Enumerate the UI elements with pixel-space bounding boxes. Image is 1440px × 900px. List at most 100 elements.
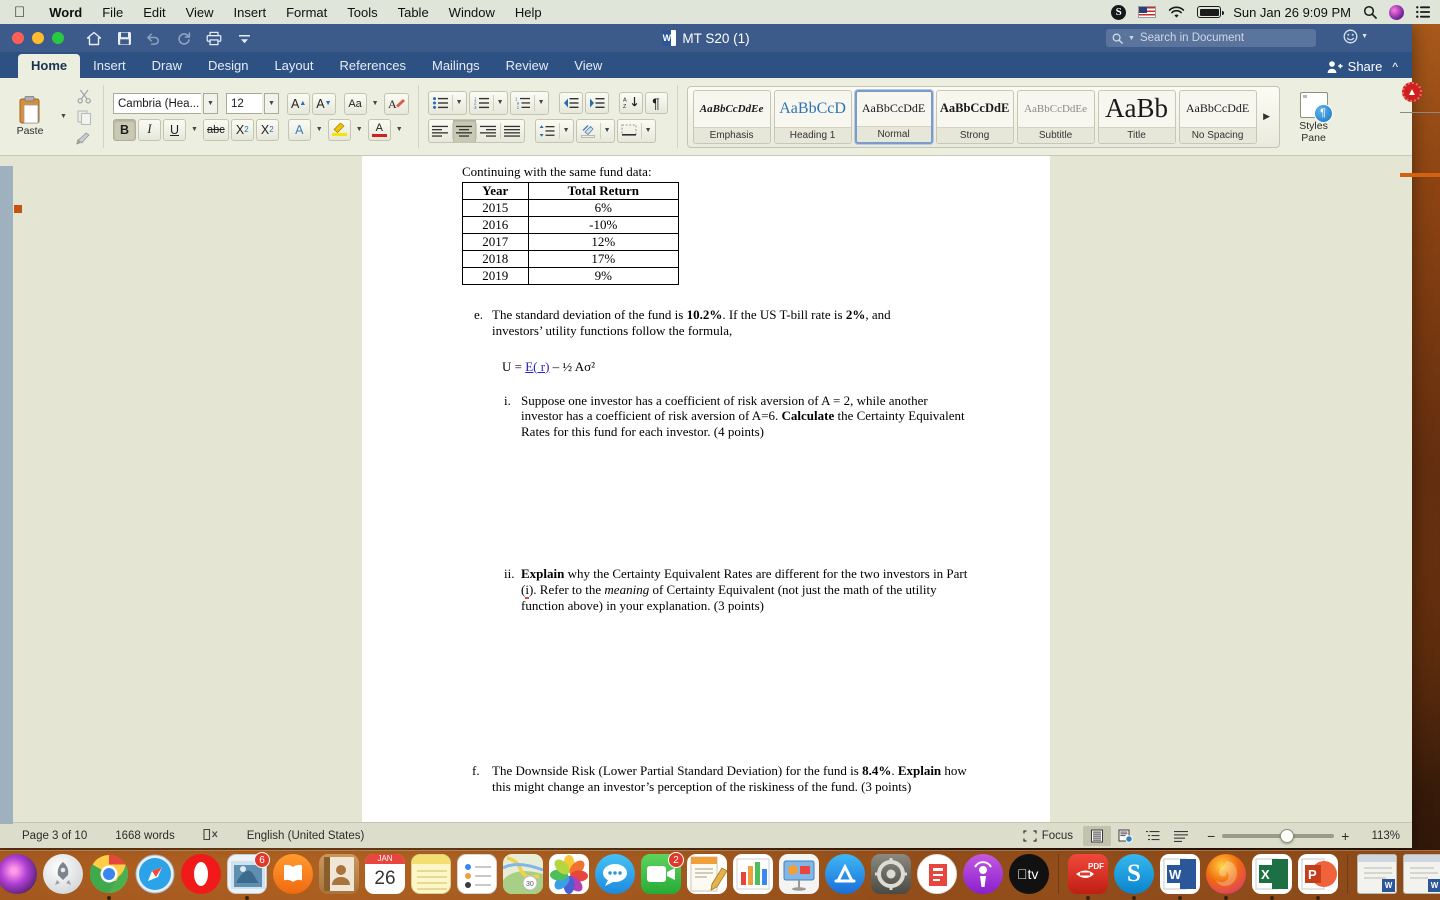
menubar-item-edit[interactable]: Edit	[133, 5, 175, 20]
zoom-in-button[interactable]: +	[1341, 828, 1349, 844]
spotlight-search-icon[interactable]	[1363, 5, 1377, 19]
font-color-button[interactable]: A	[368, 119, 391, 141]
apple-logo-icon[interactable]: 	[14, 5, 25, 20]
borders-dropdown-icon[interactable]: ▼	[642, 120, 655, 142]
style-normal[interactable]: AaBbCcDdE Normal	[855, 90, 933, 144]
styles-pane-button[interactable]: ¶ Styles Pane	[1284, 90, 1344, 144]
share-button[interactable]: Share	[1327, 59, 1383, 74]
menubar-item-table[interactable]: Table	[388, 5, 439, 20]
home-icon[interactable]	[86, 30, 102, 46]
bullet-list-button[interactable]	[429, 92, 452, 114]
zoom-slider-track[interactable]	[1222, 834, 1334, 838]
format-painter-button[interactable]	[74, 130, 94, 148]
tab-home[interactable]: Home	[18, 54, 80, 78]
dock-item-pages[interactable]	[686, 854, 728, 900]
language-indicator[interactable]: English (United States)	[233, 830, 379, 842]
close-window-button[interactable]	[12, 32, 24, 44]
answer-space-i[interactable]	[362, 440, 1050, 548]
draft-view-button[interactable]	[1167, 826, 1195, 846]
print-layout-view-button[interactable]	[1083, 826, 1111, 846]
text-effects-button[interactable]: A	[288, 119, 311, 141]
underline-button[interactable]: U	[163, 119, 186, 141]
font-size-input[interactable]: 12	[226, 93, 262, 114]
subscript-button[interactable]: X2	[231, 119, 254, 141]
dock-item-siri[interactable]	[0, 854, 38, 900]
copy-button[interactable]	[74, 109, 94, 127]
dock-item-microsoft-word[interactable]: W	[1159, 854, 1201, 900]
dock-item-system-preferences[interactable]	[870, 854, 912, 900]
dock-item-photos[interactable]	[548, 854, 590, 900]
dock-item-microsoft-excel[interactable]: X	[1251, 854, 1293, 900]
gallery-more-icon[interactable]: ▶	[1260, 111, 1274, 122]
zoom-out-button[interactable]: −	[1207, 828, 1215, 844]
decrease-indent-button[interactable]	[559, 92, 583, 114]
line-spacing-button[interactable]	[536, 120, 559, 142]
sort-button[interactable]: AZ	[619, 92, 643, 114]
dock-item-microsoft-powerpoint[interactable]: P	[1297, 854, 1339, 900]
proofing-errors-icon[interactable]	[189, 828, 233, 844]
menubar-item-format[interactable]: Format	[276, 5, 337, 20]
document-page[interactable]: Continuing with the same fund data: Year…	[362, 156, 1050, 822]
document-canvas[interactable]: Continuing with the same fund data: Year…	[0, 156, 1412, 822]
dock-item-pdf-expert[interactable]: PDF	[1067, 854, 1109, 900]
dock-item-mail[interactable]: 6	[226, 854, 268, 900]
shading-button[interactable]	[577, 120, 600, 142]
control-center-icon[interactable]	[1416, 6, 1430, 18]
customize-toolbar-icon[interactable]	[236, 30, 252, 46]
increase-indent-button[interactable]	[585, 92, 609, 114]
paste-button[interactable]: Paste	[7, 96, 53, 137]
tab-insert[interactable]: Insert	[80, 54, 139, 78]
dock-item-reminders[interactable]	[456, 854, 498, 900]
redo-icon[interactable]	[176, 30, 192, 46]
dock-item-contacts[interactable]	[318, 854, 360, 900]
dock-item-facetime[interactable]: 2	[640, 854, 682, 900]
font-name-input[interactable]: Cambria (Hea...	[113, 93, 201, 114]
style-title[interactable]: AaBb Title	[1098, 90, 1176, 144]
text-effects-dropdown-icon[interactable]: ▼	[313, 119, 326, 141]
search-dropdown-icon[interactable]: ▼	[1128, 35, 1135, 42]
align-center-button[interactable]	[453, 120, 476, 142]
line-spacing-dropdown-icon[interactable]: ▼	[560, 120, 573, 142]
superscript-button[interactable]: X2	[256, 119, 279, 141]
dock-item-notes[interactable]	[410, 854, 452, 900]
font-color-dropdown-icon[interactable]: ▼	[393, 119, 406, 141]
minimize-window-button[interactable]	[32, 32, 44, 44]
dock-item-skype[interactable]: S	[1113, 854, 1155, 900]
dock-item-opera[interactable]	[180, 854, 222, 900]
dock-item-keynote[interactable]	[778, 854, 820, 900]
change-case-dropdown-icon[interactable]: ▼	[369, 93, 382, 115]
tab-draw[interactable]: Draw	[139, 54, 195, 78]
shading-dropdown-icon[interactable]: ▼	[601, 120, 614, 142]
siri-icon[interactable]	[1389, 5, 1404, 20]
print-icon[interactable]	[206, 30, 222, 46]
grow-font-button[interactable]: A▲	[287, 93, 310, 115]
chevron-up-icon[interactable]: ^	[1392, 60, 1398, 74]
desktop-upload-indicator-icon[interactable]: ▲	[1402, 82, 1422, 102]
menubar-item-view[interactable]: View	[176, 5, 224, 20]
tab-design[interactable]: Design	[195, 54, 261, 78]
outline-view-button[interactable]	[1139, 826, 1167, 846]
bold-button[interactable]: B	[113, 119, 136, 141]
dock-item-minimized-word-document-1[interactable]: W	[1356, 854, 1398, 900]
style-no-spacing[interactable]: AaBbCcDdE No Spacing	[1179, 90, 1257, 144]
dock-item-news[interactable]	[916, 854, 958, 900]
menubar-item-help[interactable]: Help	[505, 5, 552, 20]
search-input[interactable]: ▼ Search in Document	[1106, 29, 1316, 47]
menubar-clock[interactable]: Sun Jan 26 9:09 PM	[1233, 5, 1351, 20]
dock-item-books[interactable]	[272, 854, 314, 900]
tab-references[interactable]: References	[327, 54, 419, 78]
zoom-slider-knob[interactable]	[1280, 829, 1294, 843]
justify-button[interactable]	[501, 120, 524, 142]
menubar-item-word[interactable]: Word	[39, 5, 92, 20]
dock-item-calendar[interactable]: JAN 26	[364, 854, 406, 900]
dock-item-minimized-word-document-2[interactable]: W	[1402, 854, 1440, 900]
feedback-smiley-button[interactable]: ▼	[1343, 29, 1368, 44]
cut-button[interactable]	[74, 88, 94, 106]
menubar-item-window[interactable]: Window	[439, 5, 505, 20]
align-left-button[interactable]	[429, 120, 452, 142]
dock-item-launchpad[interactable]	[42, 854, 84, 900]
maximize-window-button[interactable]	[52, 32, 64, 44]
strikethrough-button[interactable]: abc	[203, 119, 229, 141]
zoom-slider[interactable]: − +	[1207, 828, 1349, 844]
numbered-list-dropdown-icon[interactable]: ▼	[494, 92, 507, 114]
